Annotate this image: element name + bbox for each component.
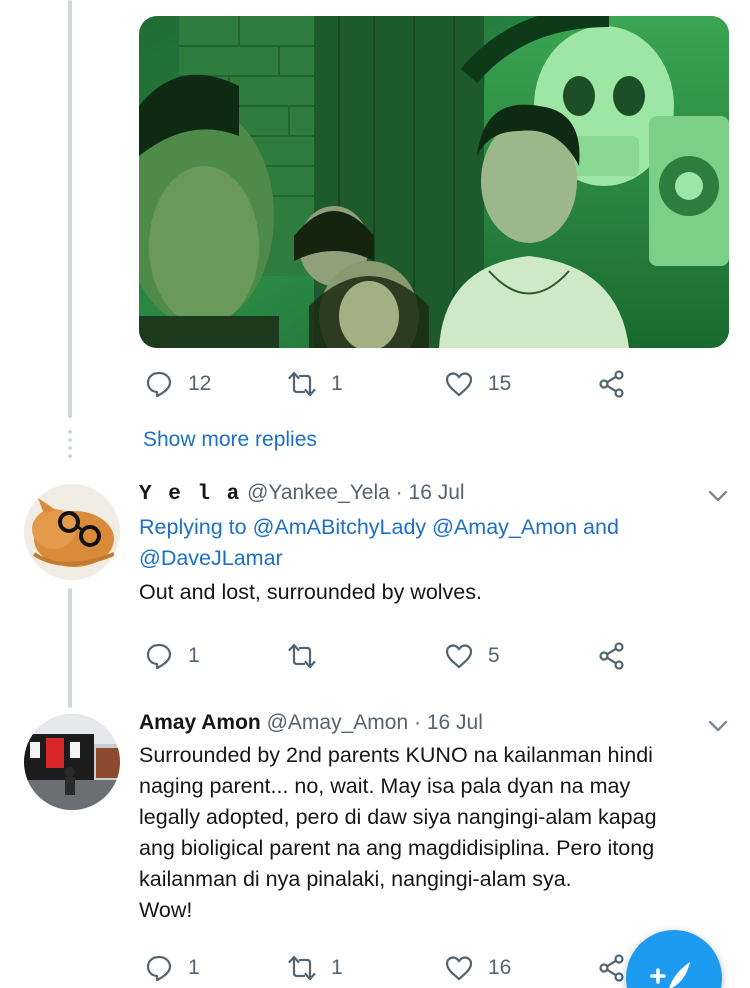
share-icon: [599, 642, 624, 670]
reply-icon: [146, 371, 172, 398]
retweet-icon: [288, 643, 316, 669]
show-more-replies-link[interactable]: Show more replies: [143, 428, 317, 452]
retweet-button[interactable]: 1: [287, 364, 343, 404]
tweet-date[interactable]: 16 Jul: [409, 481, 465, 504]
tweet-text-line: kailanman di nya pinalaki, nangingi-alam…: [139, 867, 572, 891]
tweet-text-line: naging parent... no, wait. May isa pala …: [139, 774, 631, 798]
avatar-cat-image: [24, 484, 120, 580]
reply-count: 1: [188, 644, 200, 667]
tweet-photo[interactable]: [139, 16, 729, 348]
mention-link[interactable]: @AmABitchyLady: [253, 515, 427, 539]
like-count: 15: [488, 372, 512, 395]
tweet-text-line: legally adopted, pero di daw siya nangin…: [139, 805, 657, 829]
tweet-actions: 1 5: [139, 636, 639, 676]
media-tweet-actions: 12 1 15: [139, 364, 639, 404]
chevron-down-icon: [708, 720, 728, 732]
thread-line-top: [68, 0, 72, 418]
tweet-header: Y e l a @Yankee_Yela · 16 Jul: [139, 481, 465, 506]
retweet-count: 1: [331, 956, 343, 979]
share-icon: [599, 370, 624, 398]
separator: ·: [395, 481, 403, 504]
thread-dots: [68, 430, 72, 462]
tweet-menu-button[interactable]: [706, 484, 730, 508]
avatar[interactable]: [24, 714, 120, 810]
share-icon: [599, 954, 624, 982]
retweet-icon: [288, 955, 316, 981]
and-word: and: [583, 515, 619, 539]
separator: ·: [413, 711, 421, 734]
retweet-count: 1: [331, 372, 343, 395]
tweet-photo-image: [139, 16, 729, 348]
share-button[interactable]: [597, 948, 627, 988]
handle[interactable]: @Yankee_Yela: [247, 481, 390, 504]
retweet-button[interactable]: 1: [287, 948, 343, 988]
like-icon: [445, 644, 473, 669]
compose-tweet-icon: [650, 962, 690, 988]
tweet-actions: 1 1 16: [139, 948, 639, 988]
compose-tweet-button[interactable]: [626, 930, 722, 988]
like-button[interactable]: 15: [444, 364, 511, 404]
retweet-icon: [288, 371, 316, 397]
mention-link[interactable]: @DaveJLamar: [139, 546, 283, 570]
like-button[interactable]: 16: [444, 948, 511, 988]
avatar[interactable]: [24, 484, 120, 580]
like-count: 16: [488, 956, 512, 979]
tweet-menu-button[interactable]: [706, 714, 730, 738]
avatar-storefront-image: [24, 714, 120, 810]
reply-count: 12: [188, 372, 212, 395]
tweet-text: Out and lost, surrounded by wolves.: [139, 580, 482, 604]
mention-link[interactable]: @Amay_Amon: [432, 515, 577, 539]
share-button[interactable]: [597, 636, 627, 676]
display-name[interactable]: Amay Amon: [139, 711, 261, 734]
share-button[interactable]: [597, 364, 627, 404]
like-icon: [445, 956, 473, 981]
reply-icon: [146, 643, 172, 670]
reply-icon: [146, 955, 172, 982]
replying-to: Replying to @AmABitchyLady @Amay_Amon an…: [139, 512, 729, 574]
like-button[interactable]: 5: [444, 636, 500, 676]
reply-button[interactable]: 1: [144, 948, 200, 988]
tweet-text-line: Wow!: [139, 898, 193, 922]
reply-button[interactable]: 1: [144, 636, 200, 676]
tweet-text-line: Surrounded by 2nd parents KUNO na kailan…: [139, 743, 653, 767]
retweet-button[interactable]: [287, 636, 317, 676]
tweet-text-line: ang bioligical parent na ang magdidisipl…: [139, 836, 655, 860]
like-count: 5: [488, 644, 500, 667]
reply-count: 1: [188, 956, 200, 979]
tweet-text: Surrounded by 2nd parents KUNO na kailan…: [139, 740, 729, 926]
handle[interactable]: @Amay_Amon: [267, 711, 409, 734]
like-icon: [445, 372, 473, 397]
tweet-date[interactable]: 16 Jul: [427, 711, 483, 734]
reply-button[interactable]: 12: [144, 364, 211, 404]
display-name[interactable]: Y e l a: [139, 483, 241, 506]
thread-line-middle: [68, 588, 72, 708]
tweet-header: Amay Amon @Amay_Amon · 16 Jul: [139, 711, 483, 735]
replying-to-label: Replying to: [139, 515, 247, 539]
chevron-down-icon: [708, 490, 728, 502]
